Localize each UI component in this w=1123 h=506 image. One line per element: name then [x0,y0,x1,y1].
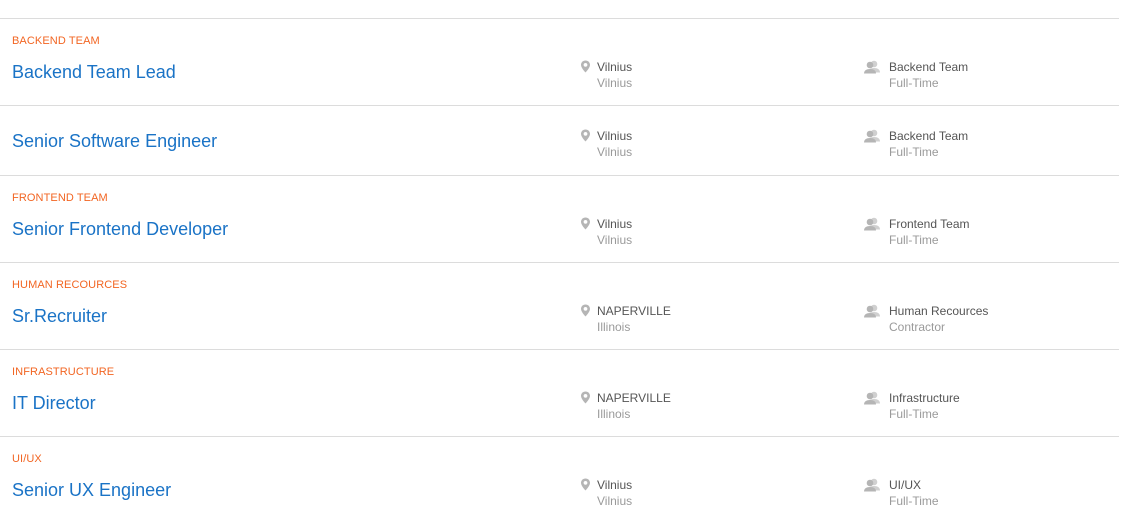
people-icon [864,478,880,492]
job-row: HUMAN RECOURCES Sr.Recruiter NAPERVILLE … [0,263,1119,350]
job-row: INFRASTRUCTURE IT Director NAPERVILLE Il… [0,350,1119,437]
location-region: Illinois [597,407,631,421]
employment-type: Full-Time [889,407,939,421]
job-row: Senior Software Engineer Vilnius Vilnius… [0,106,1119,176]
job-location: NAPERVILLE Illinois [580,303,671,335]
job-row: BACKEND TEAM Backend Team Lead Vilnius V… [0,19,1119,106]
location-region: Vilnius [597,145,633,159]
location-city: Vilnius [597,60,633,74]
employment-type: Full-Time [889,494,939,506]
job-team: Backend Team Full-Time [863,59,968,91]
job-location: Vilnius Vilnius [580,216,632,248]
people-icon [864,60,880,74]
people-icon [864,304,880,318]
job-list: BACKEND TEAM Backend Team Lead Vilnius V… [0,18,1119,506]
team-name: Infrastructure [889,391,960,405]
job-team: Backend Team Full-Time [863,128,968,160]
job-location: Vilnius Vilnius [580,477,632,506]
job-location: Vilnius Vilnius [580,59,632,91]
map-pin-icon [581,478,590,491]
team-name: Frontend Team [889,217,970,231]
location-city: Vilnius [597,217,633,231]
location-region: Vilnius [597,76,633,90]
job-team: Human Recources Contractor [863,303,988,335]
job-team: UI/UX Full-Time [863,477,939,506]
location-region: Illinois [597,320,631,334]
job-title-link[interactable]: IT Director [12,393,96,414]
location-region: Vilnius [597,233,633,247]
people-icon [864,217,880,231]
location-city: NAPERVILLE [597,304,671,318]
employment-type: Full-Time [889,76,939,90]
team-name: Backend Team [889,129,969,143]
employment-type: Full-Time [889,233,939,247]
people-icon [864,391,880,405]
team-name: Backend Team [889,60,969,74]
job-title-link[interactable]: Senior Frontend Developer [12,219,228,240]
employment-type: Full-Time [889,145,939,159]
map-pin-icon [581,217,590,230]
team-name: UI/UX [889,478,922,492]
job-title-link[interactable]: Senior UX Engineer [12,480,171,501]
map-pin-icon [581,129,590,142]
job-title-link[interactable]: Sr.Recruiter [12,306,107,327]
team-group-label: UI/UX [12,453,42,465]
people-icon [864,129,880,143]
location-city: Vilnius [597,478,633,492]
job-row: UI/UX Senior UX Engineer Vilnius Vilnius… [0,437,1119,506]
job-team: Infrastructure Full-Time [863,390,960,422]
job-team: Frontend Team Full-Time [863,216,970,248]
map-pin-icon [581,60,590,73]
team-group-label: FRONTEND TEAM [12,192,108,204]
team-group-label: HUMAN RECOURCES [12,279,128,291]
job-title-link[interactable]: Backend Team Lead [12,62,176,83]
team-name: Human Recources [889,304,989,318]
location-city: Vilnius [597,129,633,143]
location-region: Vilnius [597,494,633,506]
map-pin-icon [581,304,590,317]
team-group-label: BACKEND TEAM [12,35,100,47]
map-pin-icon [581,391,590,404]
job-location: NAPERVILLE Illinois [580,390,671,422]
team-group-label: INFRASTRUCTURE [12,366,115,378]
employment-type: Contractor [889,320,946,334]
job-location: Vilnius Vilnius [580,128,632,160]
job-title-link[interactable]: Senior Software Engineer [12,131,217,152]
job-row: FRONTEND TEAM Senior Frontend Developer … [0,176,1119,263]
location-city: NAPERVILLE [597,391,671,405]
